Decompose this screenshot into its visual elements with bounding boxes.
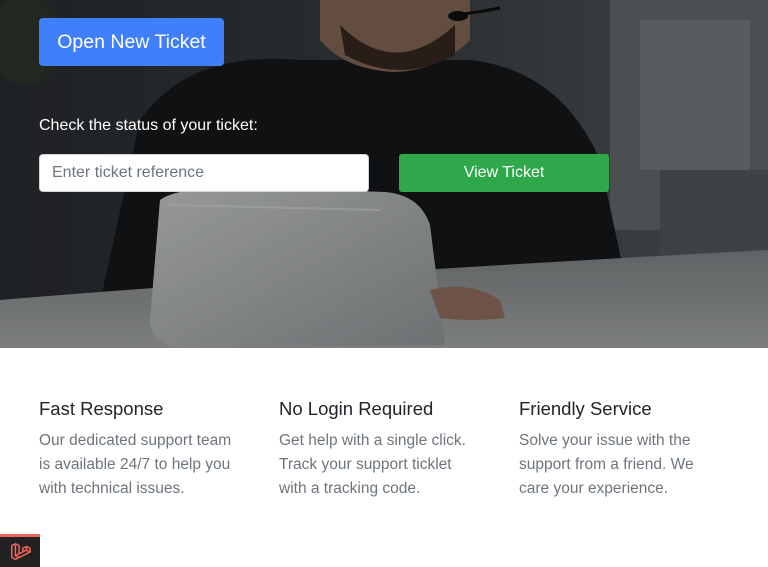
ticket-status-label: Check the status of your ticket: (39, 117, 258, 134)
feature-description-line: support from a friend. We (519, 456, 694, 473)
feature-description: Solve your issue with the support from a… (519, 429, 739, 501)
feature-title: Fast Response (39, 398, 164, 419)
feature-description-line: with technical issues. (39, 480, 185, 497)
feature-fast-response: Fast Response Our dedicated support team… (39, 398, 259, 501)
view-ticket-button[interactable]: View Ticket (399, 154, 609, 192)
laravel-logo-icon (11, 543, 31, 561)
debugbar-toggle-button[interactable] (0, 534, 40, 567)
feature-description-line: care your experience. (519, 480, 669, 497)
feature-description-line: Solve your issue with the (519, 432, 691, 449)
feature-no-login-required: No Login Required Get help with a single… (279, 398, 499, 501)
feature-description-line: with a tracking code. (279, 480, 421, 497)
feature-description-line: Our dedicated support team (39, 432, 232, 449)
feature-description: Get help with a single click. Track your… (279, 429, 499, 501)
feature-description-line: Track your support ticklet (279, 456, 452, 473)
feature-description-line: Get help with a single click. (279, 432, 466, 449)
hero-section: Open New Ticket Check the status of your… (0, 0, 768, 348)
features-section: Fast Response Our dedicated support team… (0, 348, 768, 567)
feature-friendly-service: Friendly Service Solve your issue with t… (519, 398, 739, 501)
feature-description: Our dedicated support team is available … (39, 429, 259, 501)
feature-title: No Login Required (279, 398, 434, 419)
feature-description-line: is available 24/7 to help you (39, 456, 231, 473)
feature-title: Friendly Service (519, 398, 652, 419)
ticket-reference-input[interactable] (39, 154, 369, 192)
open-new-ticket-button[interactable]: Open New Ticket (39, 18, 224, 66)
